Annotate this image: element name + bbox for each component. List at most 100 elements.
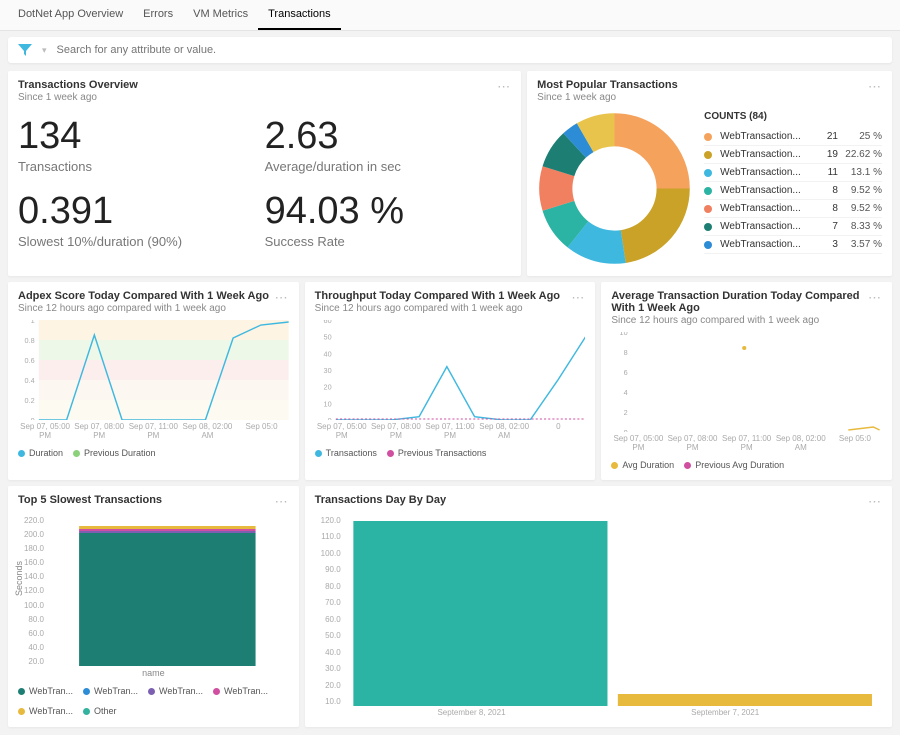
- xaxis-tick: September 8, 2021: [345, 708, 599, 717]
- legend-label: WebTran...: [224, 686, 268, 696]
- metric-label: Slowest 10%/duration (90%): [18, 234, 265, 249]
- xaxis-tick: Sep 08, 02:00 AM: [180, 422, 234, 440]
- tab-transactions[interactable]: Transactions: [258, 0, 341, 30]
- count-row[interactable]: WebTransaction... 19 22.62 %: [704, 146, 882, 164]
- legend-label: Other: [94, 706, 117, 716]
- xaxis-tick: 0: [531, 422, 585, 440]
- svg-text:20: 20: [323, 384, 331, 392]
- chevron-down-icon[interactable]: ▾: [42, 45, 47, 56]
- card-title: Top 5 Slowest Transactions: [18, 494, 162, 506]
- tab-vm-metrics[interactable]: VM Metrics: [183, 0, 258, 30]
- count-row[interactable]: WebTransaction... 21 25 %: [704, 128, 882, 146]
- legend-item[interactable]: WebTran...: [83, 686, 138, 696]
- card-menu-icon[interactable]: ⋯: [868, 290, 882, 306]
- legend-item[interactable]: WebTran...: [213, 686, 268, 696]
- svg-text:10: 10: [620, 332, 628, 337]
- card-slowest-transactions: Top 5 Slowest Transactions ⋯ Seconds 220…: [8, 486, 299, 727]
- yaxis-tick: 180.0: [18, 544, 44, 553]
- card-menu-icon[interactable]: ⋯: [571, 290, 585, 306]
- metric-value: 134: [18, 117, 265, 157]
- legend-dot-icon: [18, 688, 25, 695]
- card-title: Most Popular Transactions: [537, 79, 678, 91]
- legend-label: WebTran...: [94, 686, 138, 696]
- count-row[interactable]: WebTransaction... 11 13.1 %: [704, 164, 882, 182]
- card-menu-icon[interactable]: ⋯: [275, 494, 289, 510]
- count-row[interactable]: WebTransaction... 3 3.57 %: [704, 236, 882, 254]
- count-label: WebTransaction...: [720, 221, 806, 232]
- card-menu-icon[interactable]: ⋯: [868, 79, 882, 95]
- yaxis-tick: 70.0: [315, 598, 341, 607]
- metric-value: 94.03 %: [265, 192, 512, 232]
- svg-text:6: 6: [624, 369, 628, 377]
- metric-label: Transactions: [18, 159, 265, 174]
- yaxis-tick: 60.0: [315, 615, 341, 624]
- count-label: WebTransaction...: [720, 167, 806, 178]
- svg-text:0.4: 0.4: [25, 377, 35, 385]
- nav-tabs: DotNet App Overview Errors VM Metrics Tr…: [0, 0, 900, 31]
- xaxis-tick: Sep 07, 11:00 PM: [126, 422, 180, 440]
- card-menu-icon[interactable]: ⋯: [497, 79, 511, 95]
- search-bar[interactable]: ▾: [8, 37, 892, 63]
- card-title: Adpex Score Today Compared With 1 Week A…: [18, 290, 269, 302]
- xaxis-tick: Sep 07, 05:00 PM: [315, 422, 369, 440]
- count-row[interactable]: WebTransaction... 8 9.52 %: [704, 182, 882, 200]
- legend-item[interactable]: Avg Duration: [611, 460, 674, 470]
- legend-label: Previous Transactions: [398, 448, 487, 458]
- count-row[interactable]: WebTransaction... 7 8.33 %: [704, 218, 882, 236]
- count-label: WebTransaction...: [720, 131, 806, 142]
- count-value: 7: [810, 221, 838, 232]
- avgdur-chart: 1086420: [611, 332, 882, 432]
- card-menu-icon[interactable]: ⋯: [275, 290, 289, 306]
- svg-text:30: 30: [323, 367, 331, 375]
- svg-text:0.2: 0.2: [25, 397, 35, 405]
- card-popular-transactions: Most Popular Transactions Since 1 week a…: [527, 71, 892, 276]
- card-adpex: Adpex Score Today Compared With 1 Week A…: [8, 282, 299, 480]
- yaxis-tick: 60.0: [18, 629, 44, 638]
- legend-item[interactable]: Previous Transactions: [387, 448, 487, 458]
- yaxis-tick: 80.0: [315, 582, 341, 591]
- svg-text:0: 0: [327, 417, 331, 420]
- legend-dot-icon: [704, 205, 712, 213]
- xaxis-tick: Sep 05:0: [235, 422, 289, 440]
- xaxis-tick: Sep 07, 08:00 PM: [369, 422, 423, 440]
- xaxis-tick: Sep 08, 02:00 AM: [477, 422, 531, 440]
- filter-icon[interactable]: [18, 43, 32, 57]
- metric-label: Success Rate: [265, 234, 512, 249]
- legend-item[interactable]: Previous Duration: [73, 448, 156, 458]
- legend-item[interactable]: WebTran...: [18, 686, 73, 696]
- metric-slowest-10: 0.391 Slowest 10%/duration (90%): [18, 192, 265, 249]
- yaxis-tick: 80.0: [18, 615, 44, 624]
- count-pct: 3.57 %: [842, 239, 882, 250]
- metric-transactions: 134 Transactions: [18, 117, 265, 174]
- legend-dot-icon: [684, 462, 691, 469]
- yaxis-tick: 40.0: [315, 648, 341, 657]
- yaxis-tick: 20.0: [18, 657, 44, 666]
- xaxis-tick: Sep 05:0: [828, 434, 882, 452]
- legend-item[interactable]: Duration: [18, 448, 63, 458]
- legend-item[interactable]: WebTran...: [148, 686, 203, 696]
- card-avg-duration: Average Transaction Duration Today Compa…: [601, 282, 892, 480]
- yaxis-tick: 140.0: [18, 572, 44, 581]
- count-row[interactable]: WebTransaction... 8 9.52 %: [704, 200, 882, 218]
- xaxis-tick: Sep 07, 08:00 PM: [665, 434, 719, 452]
- legend-item[interactable]: Other: [83, 706, 117, 716]
- card-menu-icon[interactable]: ⋯: [868, 494, 882, 510]
- legend-label: Avg Duration: [622, 460, 674, 470]
- legend-dot-icon: [18, 450, 25, 457]
- legend-item[interactable]: Previous Avg Duration: [684, 460, 784, 470]
- tab-errors[interactable]: Errors: [133, 0, 183, 30]
- yaxis-tick: 200.0: [18, 530, 44, 539]
- count-value: 11: [810, 167, 838, 178]
- legend-label: Transactions: [326, 448, 377, 458]
- legend-item[interactable]: Transactions: [315, 448, 377, 458]
- svg-text:0: 0: [624, 429, 628, 432]
- legend-item[interactable]: WebTran...: [18, 706, 73, 716]
- card-subtitle: Since 12 hours ago compared with 1 week …: [611, 315, 868, 326]
- svg-text:0: 0: [31, 417, 35, 420]
- xaxis-label: name: [18, 668, 289, 678]
- adpex-chart: 10.80.60.40.20: [18, 320, 289, 420]
- yaxis-tick: 100.0: [18, 601, 44, 610]
- tab-dotnet-overview[interactable]: DotNet App Overview: [8, 0, 133, 30]
- search-input[interactable]: [57, 44, 882, 56]
- svg-text:50: 50: [323, 334, 331, 342]
